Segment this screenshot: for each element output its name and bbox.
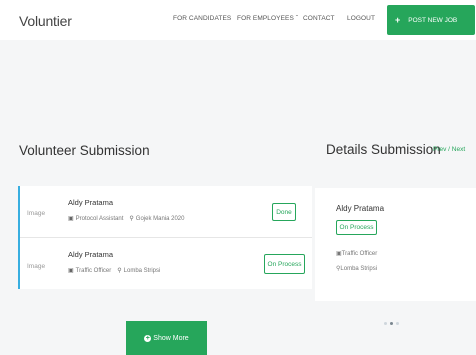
nav-logout[interactable]: LOGOUT	[347, 15, 375, 22]
post-new-job-label: POST NEW JOB	[408, 16, 458, 24]
submission-row[interactable]: Image Aldy Pratama ▣ Protocol Assistant …	[20, 186, 312, 237]
plus-icon: +	[395, 14, 401, 25]
volunteer-submission-title: Volunteer Submission	[19, 143, 150, 158]
volunteer-name: Aldy Pratama	[68, 198, 114, 207]
plus-circle-icon: +	[144, 334, 152, 342]
show-more-label: Show More	[153, 334, 189, 342]
briefcase-icon: ▣	[68, 216, 74, 222]
nav-for-employees-dropdown[interactable]: FOR EMPLOYEES ˇ	[237, 15, 298, 22]
detail-event: ⚲Lomba Stripsi	[336, 266, 378, 272]
carousel-dot[interactable]	[396, 322, 399, 325]
volunteer-role: Protocol Assistant	[75, 215, 124, 222]
site-logo[interactable]: Voluntier	[19, 13, 72, 29]
details-card: Aldy Pratama On Process ▣Traffic Officer…	[315, 188, 476, 301]
briefcase-icon: ▣	[68, 268, 74, 274]
submission-meta: ▣ Traffic Officer ⚲ Lomba Stripsi	[68, 267, 161, 275]
location-pin-icon: ⚲	[117, 268, 122, 274]
status-badge[interactable]: Done	[272, 203, 296, 221]
submission-list: Image Aldy Pratama ▣ Protocol Assistant …	[18, 186, 312, 289]
nav-contact[interactable]: CONTACT	[303, 15, 335, 22]
carousel-dots	[384, 322, 399, 325]
detail-status-badge[interactable]: On Process	[336, 220, 377, 235]
show-more-button[interactable]: + Show More	[126, 321, 207, 355]
volunteer-image-placeholder: Image	[27, 263, 46, 270]
location-pin-icon: ⚲	[129, 216, 134, 222]
carousel-dot[interactable]	[384, 322, 387, 325]
status-badge[interactable]: On Process	[264, 254, 305, 274]
event-name: Lomba Stripsi	[123, 267, 161, 274]
event-name: Gojek Mania 2020	[135, 215, 185, 222]
nav-for-candidates[interactable]: FOR CANDIDATES	[173, 15, 231, 22]
volunteer-name: Aldy Pratama	[68, 250, 114, 259]
detail-volunteer-name: Aldy Pratama	[336, 204, 385, 213]
submission-row[interactable]: Image Aldy Pratama ▣ Traffic Officer ⚲ L…	[20, 238, 312, 289]
submission-meta: ▣ Protocol Assistant ⚲ Gojek Mania 2020	[68, 215, 185, 223]
prev-next-links[interactable]: Prev / Next	[433, 146, 465, 153]
volunteer-role: Traffic Officer	[75, 267, 112, 274]
top-navbar: Voluntier FOR CANDIDATES FOR EMPLOYEES ˇ…	[0, 0, 476, 40]
details-submission-title: Details Submission	[326, 142, 441, 157]
detail-role: ▣Traffic Officer	[336, 251, 378, 257]
carousel-dot-active[interactable]	[390, 322, 393, 325]
post-new-job-button[interactable]: + POST NEW JOB	[387, 5, 475, 35]
volunteer-image-placeholder: Image	[27, 210, 46, 217]
